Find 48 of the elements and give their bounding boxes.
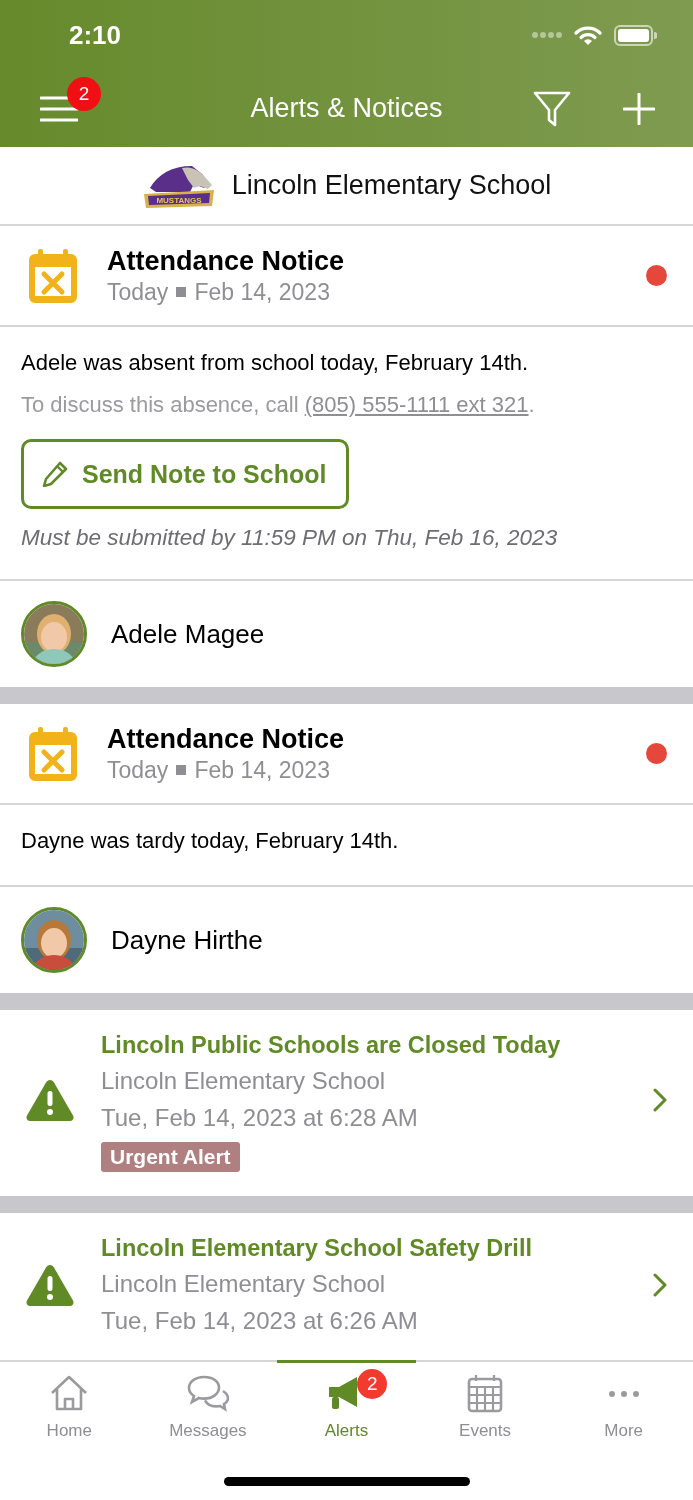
- warning-icon: [26, 1079, 74, 1121]
- student-name: Dayne Hirthe: [111, 924, 263, 956]
- notice-day: Today: [107, 754, 169, 785]
- send-note-button[interactable]: Send Note to School: [21, 439, 350, 509]
- school-name: Lincoln Elementary School: [231, 170, 552, 201]
- signal-icon: [532, 31, 562, 39]
- alert-time: Tue, Feb 14, 2023 at 6:26 AM: [101, 1306, 419, 1336]
- alert-title: Lincoln Elementary School Safety Drill: [101, 1234, 533, 1263]
- calendar-x-icon: [29, 726, 77, 781]
- status-time: 2:10: [69, 19, 122, 51]
- alert-time: Tue, Feb 14, 2023 at 6:28 AM: [101, 1103, 419, 1133]
- pencil-icon: [42, 461, 68, 487]
- alert-title: Lincoln Public Schools are Closed Today: [101, 1031, 562, 1060]
- notice-title: Attendance Notice: [107, 244, 346, 277]
- student-name: Adele Magee: [111, 618, 265, 650]
- warning-icon: [26, 1264, 74, 1306]
- notice-message: Adele was absent from school today, February 14th.: [21, 349, 530, 377]
- tab-item[interactable]: Home: [0, 1360, 139, 1442]
- menu-icon: [40, 95, 78, 122]
- filter-icon[interactable]: [533, 89, 571, 128]
- add-icon[interactable]: [623, 92, 655, 125]
- alert-source: Lincoln Elementary School: [101, 1269, 387, 1299]
- notice-day: Today: [107, 276, 169, 307]
- chevron-right-icon[interactable]: [653, 1088, 667, 1112]
- screen-title: Alerts & Notices: [250, 93, 443, 123]
- chevron-right-icon[interactable]: [653, 1273, 667, 1297]
- tab-item[interactable]: Alerts 2: [277, 1360, 416, 1442]
- square-bullet-icon: [176, 286, 187, 297]
- notice-message: Dayne was tardy today, February 14th.: [21, 827, 400, 855]
- tab-item[interactable]: Events: [415, 1360, 555, 1442]
- notice-date: Feb 14, 2023: [194, 277, 330, 307]
- alert-source: Lincoln Elementary School: [101, 1066, 387, 1096]
- notice-date: Feb 14, 2023: [194, 755, 330, 785]
- notice-title: Attendance Notice: [107, 722, 346, 755]
- calendar-x-icon: [29, 248, 77, 303]
- notification-badge: 2: [357, 1369, 388, 1399]
- battery-icon: [614, 24, 657, 46]
- contact-text: To discuss this absence, call (805) 555-1111 ext 321.: [21, 391, 536, 419]
- urgent-tag: Urgent Alert: [101, 1142, 240, 1172]
- tab-item[interactable]: More: [554, 1360, 693, 1442]
- tab-item[interactable]: Messages: [138, 1360, 278, 1442]
- horse-logo-drawing: MUSTANGS: [141, 161, 216, 210]
- phone-link[interactable]: (805) 555-1111 ext 321: [304, 392, 529, 417]
- notification-badge: 2: [67, 77, 101, 111]
- square-bullet-icon: [176, 764, 187, 775]
- deadline-text: Must be submitted by 11:59 PM on Thu, Feb 16, 2023: [21, 524, 559, 552]
- more-icon: [608, 1391, 639, 1397]
- wifi-icon: [574, 24, 602, 46]
